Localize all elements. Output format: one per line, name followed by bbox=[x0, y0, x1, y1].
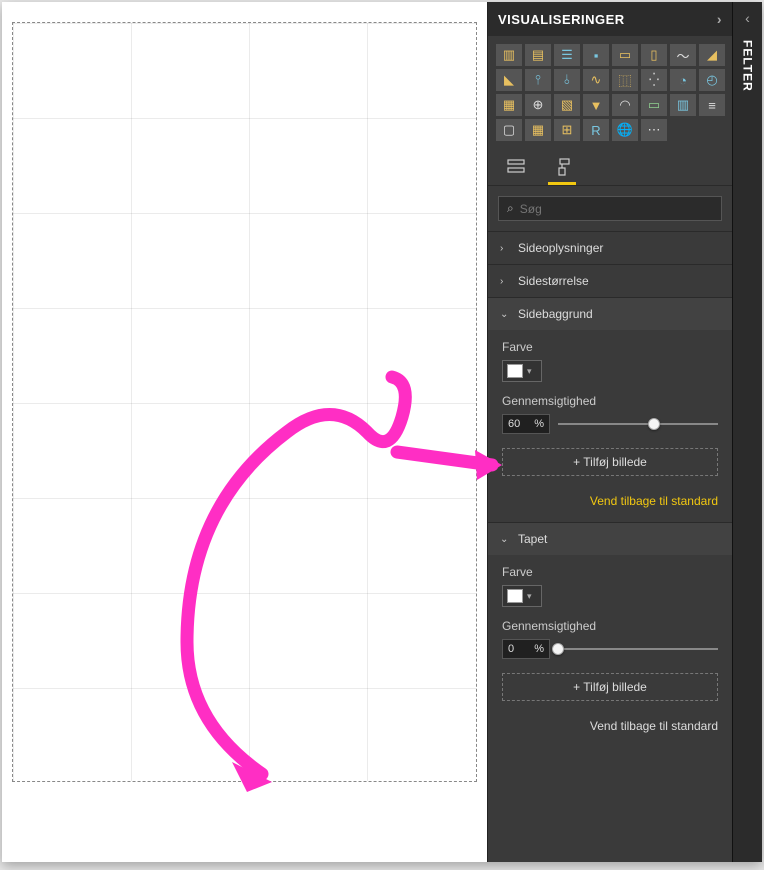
viz-stacked-area-icon[interactable]: ◣ bbox=[496, 69, 522, 91]
chevron-right-icon: › bbox=[500, 243, 512, 254]
chevron-down-icon: ▾ bbox=[527, 591, 532, 602]
viz-clustered-column-icon[interactable]: ▪ bbox=[583, 44, 609, 66]
viz-100-bar-icon[interactable]: ▭ bbox=[612, 44, 638, 66]
visualizations-header[interactable]: VISUALISERINGER › bbox=[488, 2, 732, 36]
viz-scatter-icon[interactable]: ⁛ bbox=[641, 69, 667, 91]
transparency-input[interactable]: 60 % bbox=[502, 414, 550, 434]
viz-line-icon[interactable]: 〜 bbox=[670, 44, 696, 66]
viz-stacked-column-icon[interactable]: ▤ bbox=[525, 44, 551, 66]
format-tab[interactable] bbox=[548, 157, 576, 185]
revert-link[interactable]: Vend tilbage til standard bbox=[502, 488, 718, 508]
viz-stacked-bar-icon[interactable]: ▥ bbox=[496, 44, 522, 66]
viz-more-icon[interactable]: ⋯ bbox=[641, 119, 667, 141]
chevron-down-icon: ⌄ bbox=[500, 534, 512, 545]
fields-panel-title: FELTER bbox=[741, 40, 755, 92]
section-wallpaper[interactable]: ⌄ Tapet bbox=[488, 523, 732, 555]
search-box[interactable]: ⌕ bbox=[498, 196, 722, 221]
section-label: Sidestørrelse bbox=[518, 274, 589, 288]
viz-matrix-icon[interactable]: ⊞ bbox=[554, 119, 580, 141]
viz-pie-icon[interactable]: ◔ bbox=[670, 69, 696, 91]
section-label: Sideoplysninger bbox=[518, 241, 603, 255]
transparency-unit: % bbox=[534, 643, 544, 655]
report-canvas[interactable] bbox=[2, 2, 487, 862]
viz-slicer-icon[interactable]: ▢ bbox=[496, 119, 522, 141]
search-icon: ⌕ bbox=[507, 201, 514, 216]
transparency-label: Gennemsigtighed bbox=[502, 394, 718, 408]
chevron-down-icon: ⌄ bbox=[500, 309, 512, 320]
viz-table-icon[interactable]: ▦ bbox=[525, 119, 551, 141]
transparency-value: 60 bbox=[508, 418, 520, 430]
wallpaper-body: Farve ▾ Gennemsigtighed 0 % + Til bbox=[488, 555, 732, 747]
viz-filled-map-icon[interactable]: ▧ bbox=[554, 94, 580, 116]
page-background-body: Farve ▾ Gennemsigtighed 60 % + Ti bbox=[488, 330, 732, 522]
visualizations-panel: VISUALISERINGER › ▥ ▤ ☰ ▪ ▭ ▯ 〜 ◢ ◣ ⫯ ⫰ … bbox=[487, 2, 732, 862]
format-tabs bbox=[488, 149, 732, 186]
viz-card-icon[interactable]: ▭ bbox=[641, 94, 667, 116]
chevron-right-icon: › bbox=[500, 276, 512, 287]
viz-funnel-icon[interactable]: ▼ bbox=[583, 94, 609, 116]
visualization-gallery: ▥ ▤ ☰ ▪ ▭ ▯ 〜 ◢ ◣ ⫯ ⫰ ∿ ⿲ ⁛ ◔ ◴ ▦ ⊕ ▧ ▼ … bbox=[488, 36, 732, 149]
viz-area-icon[interactable]: ◢ bbox=[699, 44, 725, 66]
add-image-button[interactable]: + Tilføj billede bbox=[502, 673, 718, 701]
chevron-right-icon[interactable]: › bbox=[717, 11, 722, 27]
transparency-unit: % bbox=[534, 418, 544, 430]
section-page-size[interactable]: › Sidestørrelse bbox=[488, 265, 732, 297]
panel-title: VISUALISERINGER bbox=[498, 12, 625, 27]
viz-map-icon[interactable]: ⊕ bbox=[525, 94, 551, 116]
viz-line-column-icon[interactable]: ⫯ bbox=[525, 69, 551, 91]
color-label: Farve bbox=[502, 565, 718, 579]
color-swatch bbox=[507, 589, 523, 603]
viz-clustered-bar-icon[interactable]: ☰ bbox=[554, 44, 580, 66]
viz-kpi-icon[interactable]: ≡ bbox=[699, 94, 725, 116]
viz-gauge-icon[interactable]: ◠ bbox=[612, 94, 638, 116]
color-swatch bbox=[507, 364, 523, 378]
search-input[interactable] bbox=[520, 202, 713, 216]
section-page-info[interactable]: › Sideoplysninger bbox=[488, 232, 732, 264]
slider-track bbox=[558, 648, 718, 650]
slider-thumb[interactable] bbox=[552, 643, 564, 655]
transparency-input[interactable]: 0 % bbox=[502, 639, 550, 659]
color-label: Farve bbox=[502, 340, 718, 354]
transparency-slider[interactable] bbox=[558, 641, 718, 657]
viz-100-column-icon[interactable]: ▯ bbox=[641, 44, 667, 66]
section-label: Tapet bbox=[518, 532, 547, 546]
viz-line-clustered-icon[interactable]: ⫰ bbox=[554, 69, 580, 91]
viz-arcgis-icon[interactable]: 🌐 bbox=[612, 119, 638, 141]
viz-donut-icon[interactable]: ◴ bbox=[699, 69, 725, 91]
slider-thumb[interactable] bbox=[648, 418, 660, 430]
section-page-background[interactable]: ⌄ Sidebaggrund bbox=[488, 298, 732, 330]
transparency-slider[interactable] bbox=[558, 416, 718, 432]
viz-r-icon[interactable]: R bbox=[583, 119, 609, 141]
canvas-page[interactable] bbox=[12, 22, 477, 782]
section-label: Sidebaggrund bbox=[518, 307, 593, 321]
transparency-value: 0 bbox=[508, 643, 514, 655]
transparency-label: Gennemsigtighed bbox=[502, 619, 718, 633]
fields-tab[interactable] bbox=[502, 157, 530, 185]
viz-ribbon-icon[interactable]: ∿ bbox=[583, 69, 609, 91]
viz-waterfall-icon[interactable]: ⿲ bbox=[612, 69, 638, 91]
color-picker[interactable]: ▾ bbox=[502, 585, 542, 607]
chevron-left-icon[interactable]: ‹ bbox=[745, 10, 750, 26]
add-image-button[interactable]: + Tilføj billede bbox=[502, 448, 718, 476]
revert-link[interactable]: Vend tilbage til standard bbox=[502, 713, 718, 733]
slider-track bbox=[558, 423, 718, 425]
viz-treemap-icon[interactable]: ▦ bbox=[496, 94, 522, 116]
chevron-down-icon: ▾ bbox=[527, 366, 532, 377]
fields-panel-collapsed[interactable]: ‹ FELTER bbox=[732, 2, 762, 862]
color-picker[interactable]: ▾ bbox=[502, 360, 542, 382]
viz-multi-card-icon[interactable]: ▥ bbox=[670, 94, 696, 116]
